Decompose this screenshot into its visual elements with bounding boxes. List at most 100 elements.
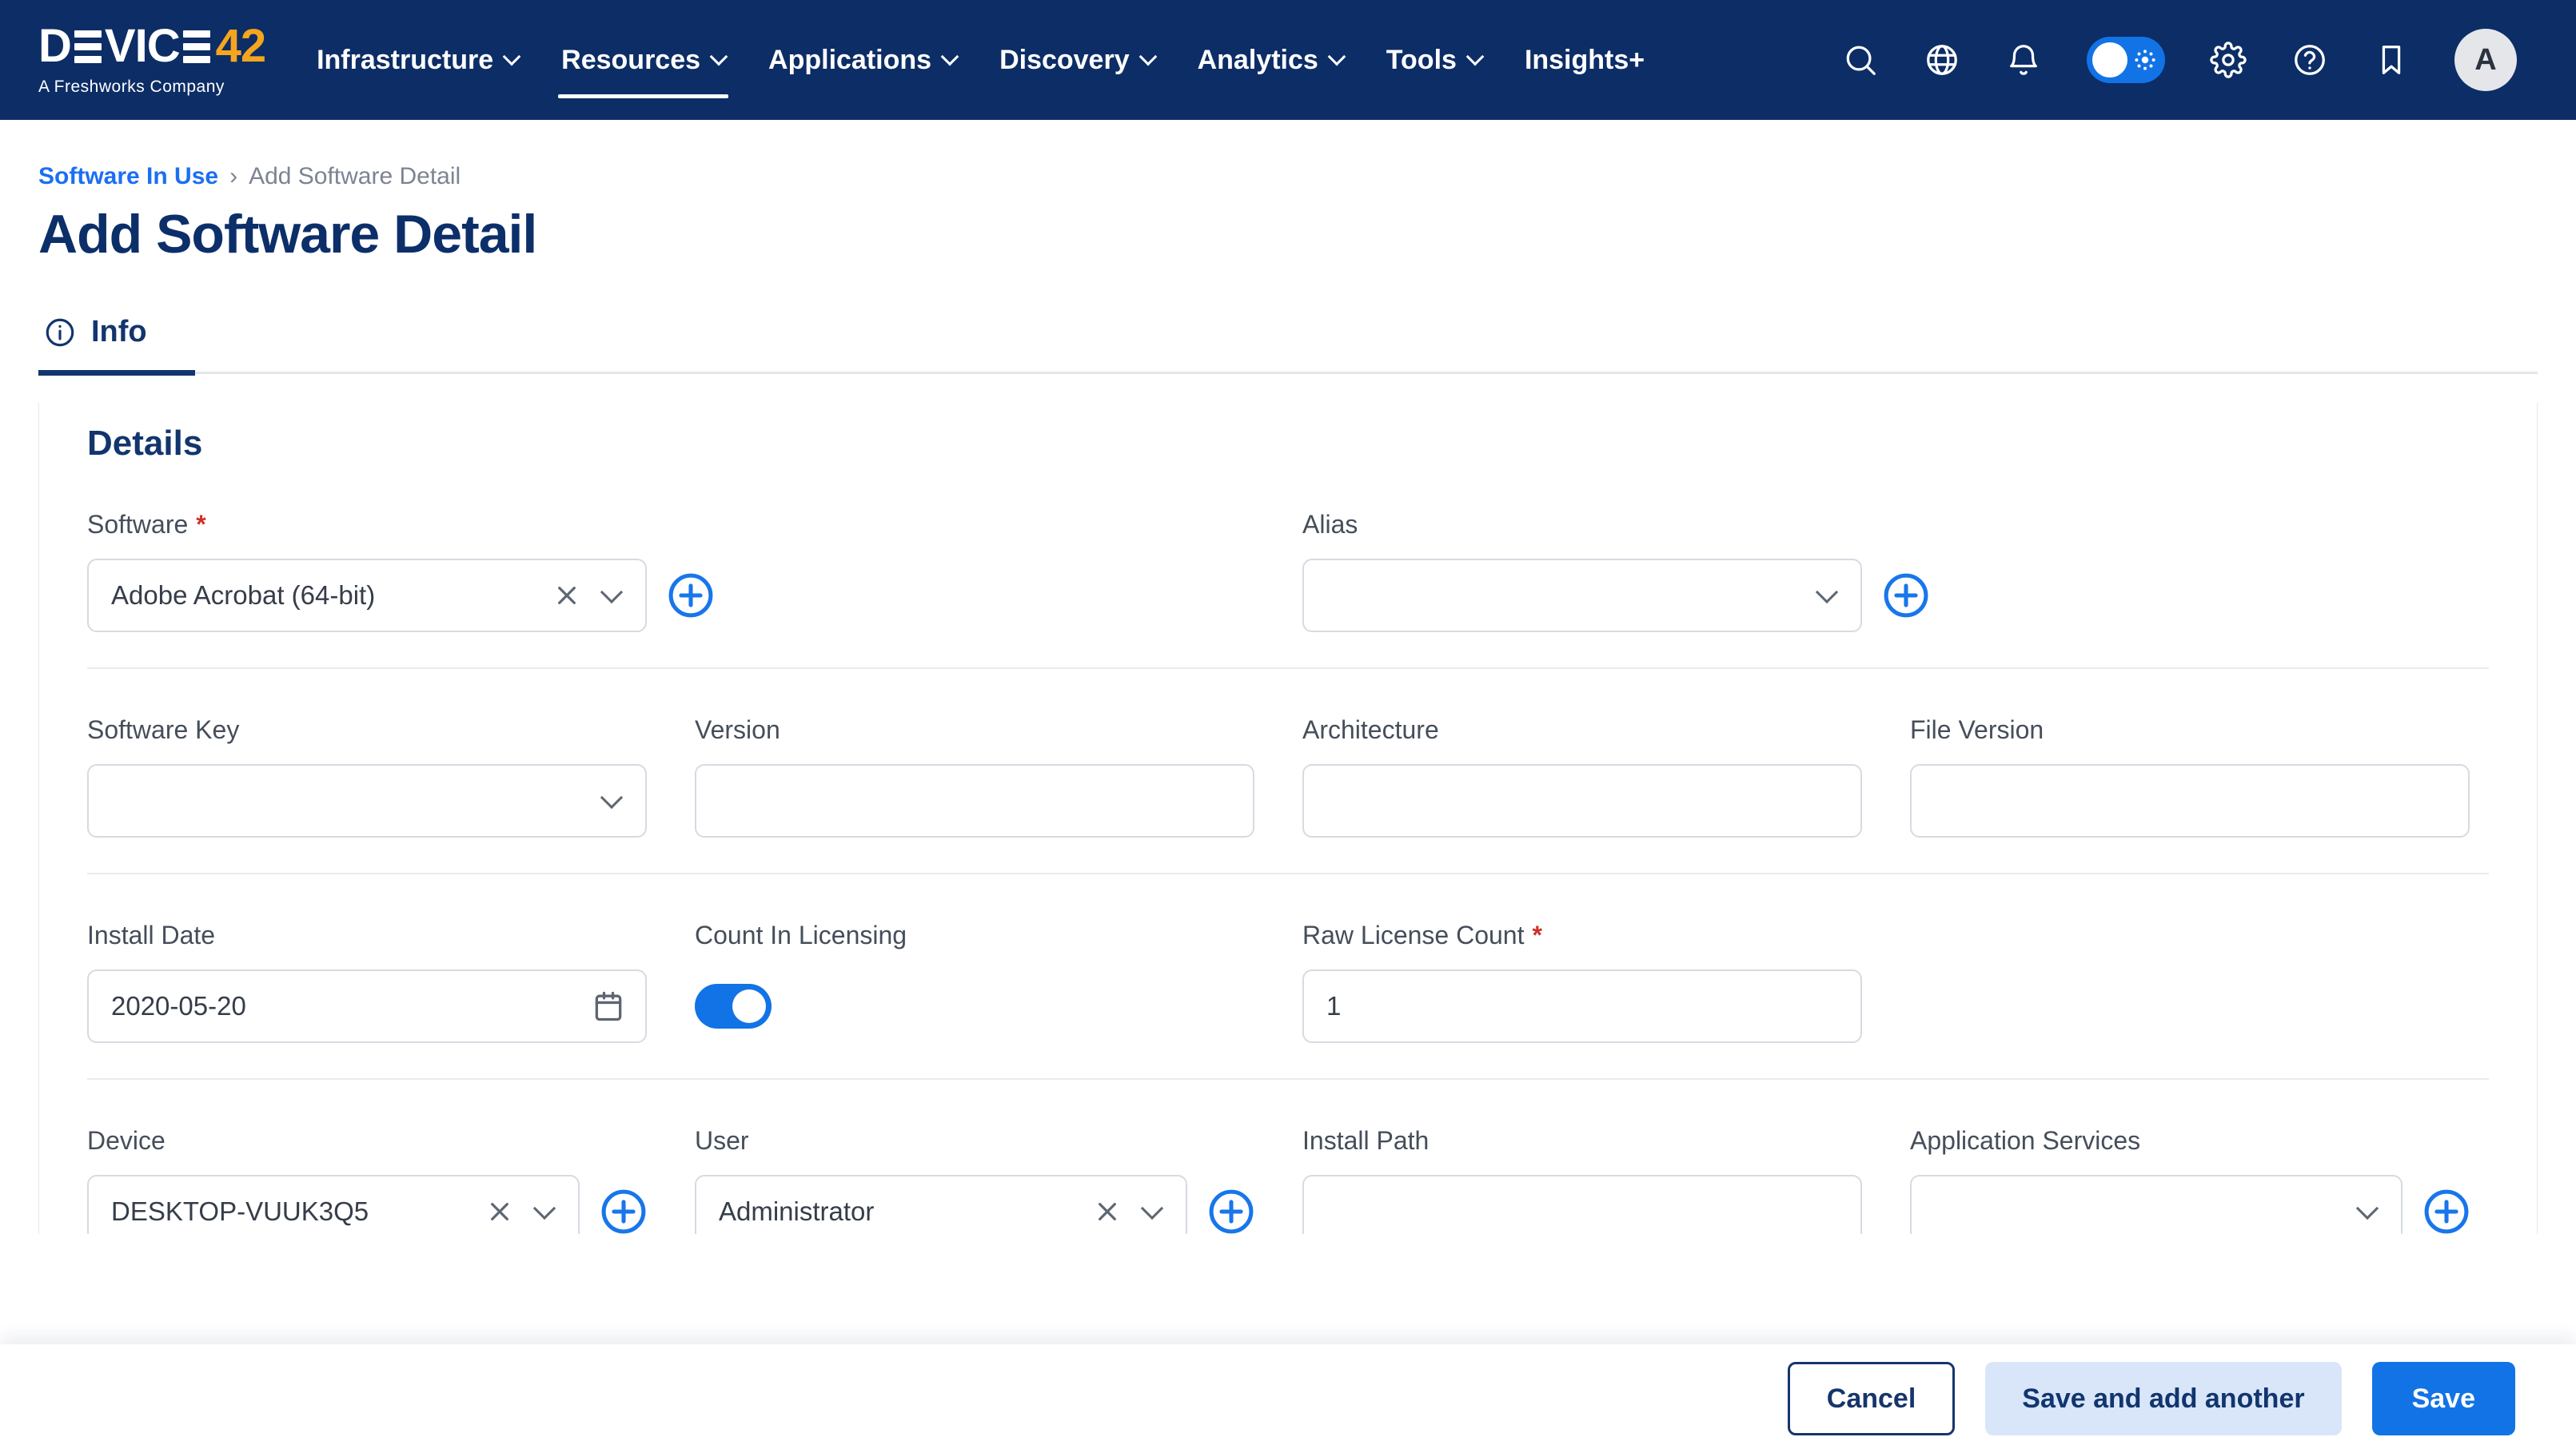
add-software-detail-page: D VIC 42 A Freshworks Company Infrastruc…: [0, 0, 2576, 1453]
breadcrumb-separator: ›: [229, 163, 238, 189]
breadcrumb-link-software-in-use[interactable]: Software In Use: [38, 163, 218, 190]
brand-letter-d: D: [38, 20, 72, 72]
user-label: User: [695, 1126, 749, 1155]
footer-action-bar: Cancel Save and add another Save: [0, 1344, 2576, 1453]
chevron-down-icon: [1815, 580, 1839, 604]
avatar-initial: A: [2474, 42, 2497, 77]
application-services-select[interactable]: [1910, 1175, 2403, 1234]
save-and-add-another-button[interactable]: Save and add another: [1985, 1362, 2342, 1435]
clear-icon[interactable]: [487, 1199, 512, 1224]
user-value: Administrator: [719, 1196, 875, 1226]
field-architecture: Architecture: [1302, 715, 1862, 838]
software-label: Software: [87, 510, 189, 539]
alias-label: Alias: [1302, 510, 1358, 539]
breadcrumb-current: Add Software Detail: [249, 163, 461, 189]
user-avatar[interactable]: A: [2454, 29, 2517, 91]
field-install-date: Install Date: [87, 921, 647, 1043]
field-file-version: File Version: [1910, 715, 2470, 838]
version-input[interactable]: [695, 764, 1254, 838]
count-in-licensing-label: Count In Licensing: [695, 921, 907, 949]
form-row-1: Software * Adobe Acrobat (64-bit) Alias: [87, 464, 2489, 667]
toggle-knob: [2092, 42, 2127, 78]
nav-item-applications[interactable]: Applications: [768, 29, 959, 92]
brand-number-42: 42: [215, 20, 267, 72]
add-user-button[interactable]: [1208, 1188, 1254, 1234]
brand-letter-e-icon: [74, 30, 102, 63]
install-path-input[interactable]: [1302, 1175, 1862, 1234]
chevron-down-icon: [2355, 1196, 2379, 1220]
field-application-services: Application Services: [1910, 1126, 2470, 1234]
clear-icon[interactable]: [1095, 1199, 1120, 1224]
field-raw-license-count: Raw License Count *: [1302, 921, 1862, 1043]
calendar-icon[interactable]: [591, 989, 626, 1024]
field-alias: Alias: [1302, 510, 2470, 632]
field-install-path: Install Path: [1302, 1126, 1862, 1234]
chevron-down-icon: [1327, 47, 1346, 66]
install-date-label: Install Date: [87, 921, 216, 949]
count-in-licensing-toggle[interactable]: [695, 984, 772, 1029]
settings-gear-icon[interactable]: [2210, 42, 2247, 78]
page-title: Add Software Detail: [38, 204, 537, 265]
chevron-down-icon: [709, 47, 728, 66]
raw-license-count-input[interactable]: [1302, 969, 1862, 1043]
field-software-key: Software Key: [87, 715, 647, 838]
nav-item-resources[interactable]: Resources: [558, 29, 728, 98]
toggle-knob: [732, 989, 766, 1023]
header-icon-group: A: [1842, 29, 2517, 91]
required-marker: *: [196, 510, 206, 539]
field-count-in-licensing: Count In Licensing: [695, 921, 1254, 1043]
software-select[interactable]: Adobe Acrobat (64-bit): [87, 559, 647, 632]
brand-letter-e-icon: [182, 30, 210, 63]
theme-toggle[interactable]: [2087, 37, 2165, 83]
tab-info[interactable]: Info: [38, 315, 195, 376]
field-device: Device DESKTOP-VUUK3Q5: [87, 1126, 647, 1234]
software-key-label: Software Key: [87, 715, 240, 744]
chevron-down-icon: [600, 786, 624, 810]
section-title: Details: [87, 424, 203, 463]
alias-select[interactable]: [1302, 559, 1862, 632]
save-button[interactable]: Save: [2371, 1362, 2515, 1435]
chevron-down-icon: [1465, 47, 1485, 66]
chevron-down-icon: [532, 1196, 556, 1220]
search-icon[interactable]: [1842, 42, 1879, 78]
add-application-service-button[interactable]: [2423, 1188, 2470, 1234]
globe-icon[interactable]: [1924, 42, 1960, 78]
bell-icon[interactable]: [2005, 42, 2042, 78]
bookmark-icon[interactable]: [2373, 42, 2410, 78]
help-icon[interactable]: [2291, 42, 2328, 78]
chevron-down-icon: [1138, 47, 1157, 66]
nav-item-discovery[interactable]: Discovery: [999, 29, 1157, 92]
nav-item-analytics[interactable]: Analytics: [1198, 29, 1346, 92]
add-device-button[interactable]: [600, 1188, 647, 1234]
nav-item-insights[interactable]: Insights+: [1525, 29, 1645, 92]
chevron-down-icon: [1140, 1196, 1164, 1220]
form-row-2: Software Key Version Architecture File V…: [87, 669, 2489, 873]
install-date-input[interactable]: [87, 969, 647, 1043]
tab-bar: Info: [38, 315, 2538, 376]
architecture-input[interactable]: [1302, 764, 1862, 838]
software-value: Adobe Acrobat (64-bit): [111, 580, 376, 610]
raw-license-count-label: Raw License Count: [1302, 921, 1525, 949]
install-path-label: Install Path: [1302, 1126, 1430, 1155]
file-version-input[interactable]: [1910, 764, 2470, 838]
software-key-select[interactable]: [87, 764, 647, 838]
top-nav-bar: D VIC 42 A Freshworks Company Infrastruc…: [0, 0, 2576, 120]
application-services-label: Application Services: [1910, 1126, 2141, 1155]
device-select[interactable]: DESKTOP-VUUK3Q5: [87, 1175, 580, 1234]
device-label: Device: [87, 1126, 165, 1155]
brand-wordmark: D VIC 42: [38, 20, 267, 72]
nav-item-tools[interactable]: Tools: [1386, 29, 1485, 92]
clear-icon[interactable]: [554, 583, 580, 608]
form-row-3: Install Date Count In Licensing Raw Lice…: [87, 874, 2489, 1078]
device-value: DESKTOP-VUUK3Q5: [111, 1196, 369, 1226]
cancel-button[interactable]: Cancel: [1787, 1362, 1956, 1435]
add-software-button[interactable]: [668, 572, 714, 619]
form-row-4: Device DESKTOP-VUUK3Q5 User Administrato…: [87, 1080, 2489, 1234]
version-label: Version: [695, 715, 780, 744]
add-alias-button[interactable]: [1883, 572, 1929, 619]
chevron-down-icon: [940, 47, 959, 66]
details-panel: Details Software * Adobe Acrobat (64-bit…: [38, 403, 2538, 1234]
user-select[interactable]: Administrator: [695, 1175, 1187, 1234]
nav-item-infrastructure[interactable]: Infrastructure: [317, 29, 521, 92]
device42-logo[interactable]: D VIC 42 A Freshworks Company: [38, 20, 267, 97]
